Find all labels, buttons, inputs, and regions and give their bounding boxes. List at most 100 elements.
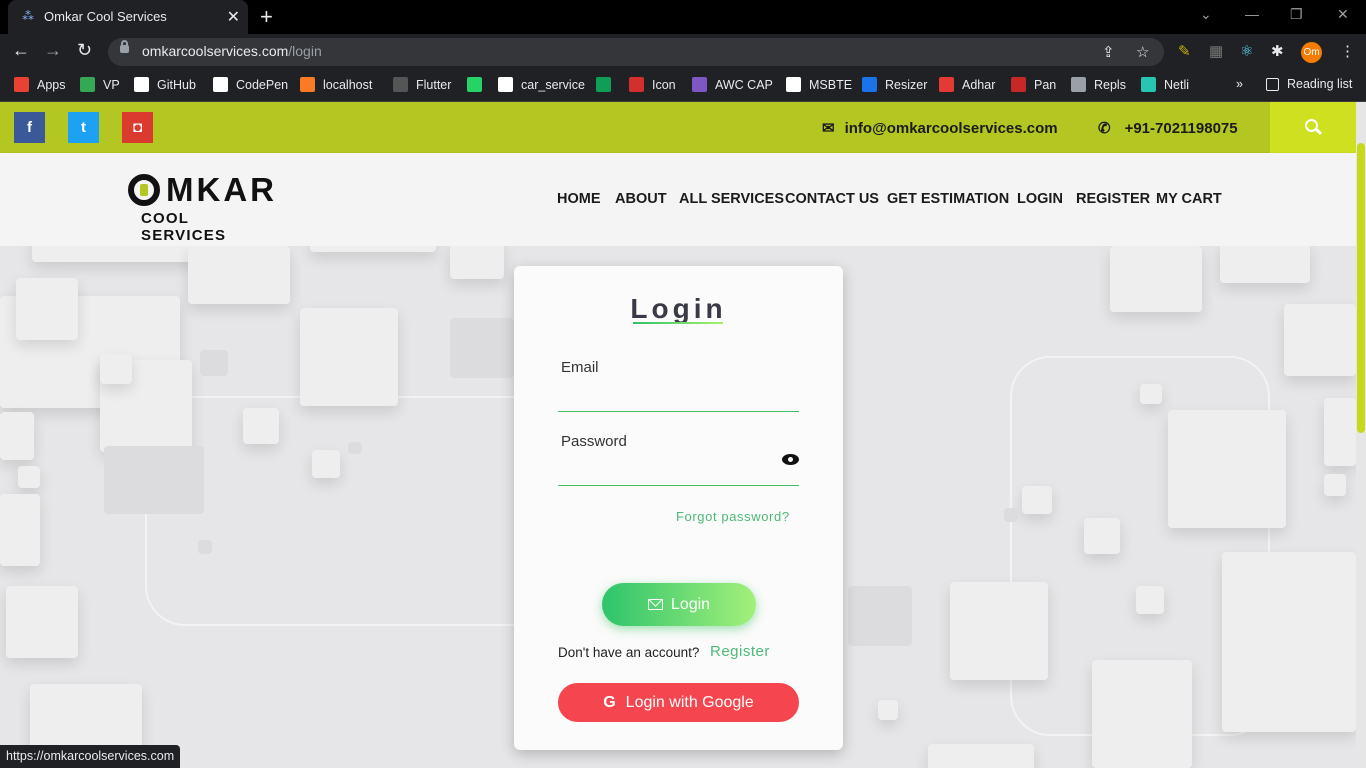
bookmark-label: localhost <box>323 77 373 92</box>
react-devtools-icon[interactable]: ⚛ <box>1240 42 1253 60</box>
bg-square <box>1110 246 1202 312</box>
tab-search-icon[interactable]: ⌄ <box>1200 6 1212 23</box>
site-topbar: f t ◘ ✉ info@omkarcoolservices.com ✆ +91-7… <box>0 102 1366 153</box>
tab-title: Omkar Cool Services <box>44 9 167 24</box>
browser-menu-icon[interactable]: ⋮ <box>1340 42 1355 60</box>
extensions-puzzle-icon[interactable]: ✱ <box>1271 42 1284 60</box>
bookmark-vp[interactable]: VP <box>80 77 120 92</box>
bookmark-codepen[interactable]: CodePen <box>213 77 288 92</box>
nav-contact-us[interactable]: CONTACT US <box>785 191 879 207</box>
minimize-icon[interactable]: — <box>1245 6 1259 22</box>
more-bookmarks-icon[interactable]: » <box>1236 77 1243 91</box>
forward-icon[interactable]: → <box>44 40 62 61</box>
site-logo[interactable]: MKAR COOL SERVICES <box>128 171 278 244</box>
github-icon <box>393 77 408 92</box>
browser-toolbar: ← → ↻ omkarcoolservices.com/login ⇪ ☆ ✎ … <box>0 34 1366 70</box>
bookmark-msbte[interactable]: MSBTE <box>786 77 852 92</box>
google-login-button[interactable]: G Login with Google <box>558 683 799 722</box>
nav-about[interactable]: ABOUT <box>615 191 667 207</box>
restore-icon[interactable]: ❐ <box>1290 6 1303 23</box>
password-field[interactable] <box>558 462 799 486</box>
logo-text: MKAR <box>166 171 277 208</box>
bookmark-flutter[interactable]: Flutter <box>393 77 451 92</box>
nav-home[interactable]: HOME <box>557 191 601 207</box>
netlify-icon <box>1141 77 1156 92</box>
bookmark-pan[interactable]: Pan <box>1011 77 1056 92</box>
extension-grid-icon[interactable]: ▦ <box>1209 42 1223 60</box>
bookmark-label: Apps <box>37 77 66 92</box>
bookmark-label: VP <box>103 77 120 92</box>
bookmark-label: CodePen <box>236 77 289 92</box>
bookmark-label: Pan <box>1034 77 1057 92</box>
bookmark-whatsapp-icon[interactable] <box>467 77 482 92</box>
icon-grid-icon <box>629 77 644 92</box>
bg-square <box>878 700 898 720</box>
whatsapp-icon <box>467 77 482 92</box>
bookmark-car-service[interactable]: car_service <box>498 77 585 92</box>
bookmark-github[interactable]: GitHub <box>134 77 196 92</box>
nav-register[interactable]: REGISTER <box>1076 191 1150 207</box>
no-account-text: Don't have an account? <box>558 645 700 660</box>
bg-square <box>1084 518 1120 554</box>
reload-icon[interactable]: ↻ <box>77 40 92 61</box>
bg-square <box>450 246 504 279</box>
window-close-icon[interactable]: ✕ <box>1337 6 1349 23</box>
share-icon[interactable]: ⇪ <box>1102 43 1115 61</box>
browser-tab-bar: ⁂ Omkar Cool Services ✕ + ⌄ — ❐ ✕ <box>0 0 1366 34</box>
bookmark-label: Icon <box>652 77 676 92</box>
nav-get-estimation[interactable]: GET ESTIMATION <box>887 191 1009 207</box>
new-tab-button[interactable]: + <box>260 4 273 30</box>
email-field[interactable] <box>558 388 799 412</box>
bookmark-label: Adhar <box>962 77 996 92</box>
extension-pen-icon[interactable]: ✎ <box>1178 42 1191 60</box>
browser-tab[interactable]: ⁂ Omkar Cool Services ✕ <box>8 0 248 34</box>
bookmark-resizer[interactable]: Resizer <box>862 77 927 92</box>
nav-login[interactable]: LOGIN <box>1017 191 1063 207</box>
bg-square <box>1284 304 1356 376</box>
page-scrollbar-thumb[interactable] <box>1357 143 1365 433</box>
bookmark-awc-cap[interactable]: AWC CAP <box>692 77 773 92</box>
bg-square <box>950 582 1048 680</box>
nsdl-icon <box>1011 77 1026 92</box>
apps-grid-icon <box>14 77 29 92</box>
bookmark-label: Netli <box>1164 77 1190 92</box>
bookmark-star-icon[interactable]: ☆ <box>1136 43 1149 61</box>
phone-icon: ✆ <box>1098 120 1111 137</box>
sheet-icon <box>596 77 611 92</box>
bookmark-label: Repls <box>1094 77 1126 92</box>
bookmark-repls[interactable]: Repls <box>1071 77 1126 92</box>
logo-subtext: COOL SERVICES <box>141 210 227 244</box>
login-button[interactable]: Login <box>602 583 756 626</box>
register-link[interactable]: Register <box>710 643 770 660</box>
email-label: Email <box>561 359 599 376</box>
bg-square <box>310 246 436 252</box>
twitter-icon[interactable]: t <box>68 112 99 143</box>
bookmark-sheet-icon[interactable] <box>596 77 611 92</box>
show-password-eye-icon[interactable] <box>782 454 799 465</box>
bookmark-label: GitHub <box>157 77 196 92</box>
bookmark-netli[interactable]: Netli <box>1141 77 1189 92</box>
bg-square <box>1092 660 1192 768</box>
phone-contact[interactable]: ✆ +91-7021198075 <box>1098 119 1238 137</box>
site-search-button[interactable] <box>1270 102 1356 153</box>
email-contact[interactable]: ✉ info@omkarcoolservices.com <box>822 119 1058 137</box>
nav-all-services[interactable]: ALL SERVICES <box>679 191 784 207</box>
back-icon[interactable]: ← <box>12 40 30 61</box>
reading-list-button[interactable]: Reading list <box>1266 77 1352 91</box>
password-label: Password <box>561 433 627 450</box>
profile-avatar[interactable]: Om <box>1301 42 1322 63</box>
bookmark-label: AWC CAP <box>715 77 773 92</box>
bookmark-apps[interactable]: Apps <box>14 77 66 92</box>
nav-my-cart[interactable]: MY CART <box>1156 191 1222 207</box>
bookmark-localhost[interactable]: localhost <box>300 77 372 92</box>
facebook-icon[interactable]: f <box>14 112 45 143</box>
login-title: Login <box>630 293 727 324</box>
forgot-password-link[interactable]: Forgot password? <box>676 509 790 524</box>
tab-close-icon[interactable]: ✕ <box>227 7 240 27</box>
instagram-icon[interactable]: ◘ <box>122 112 153 143</box>
bg-square <box>1324 474 1346 496</box>
address-bar[interactable]: omkarcoolservices.com/login ⇪ ☆ <box>108 38 1164 66</box>
bookmark-icon[interactable]: Icon <box>629 77 676 92</box>
login-card: Login Email Password Forgot password? Lo… <box>514 266 843 750</box>
bookmark-adhar[interactable]: Adhar <box>939 77 995 92</box>
